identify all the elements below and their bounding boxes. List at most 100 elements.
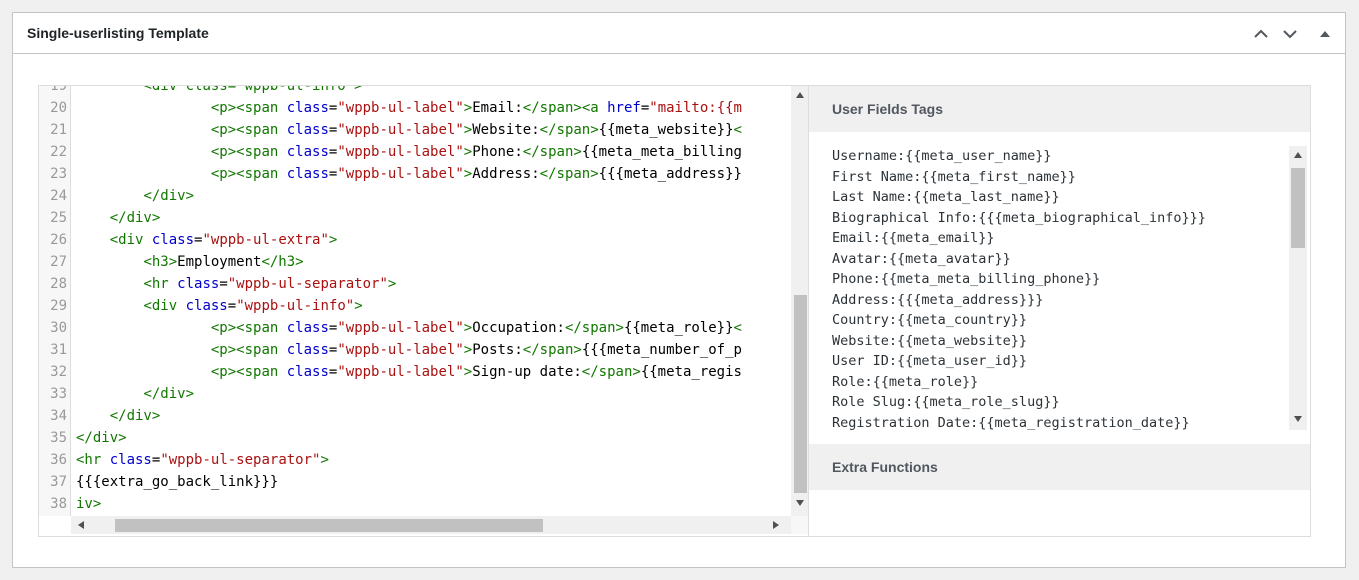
user-field-tag[interactable]: Website:{{meta_website}} (832, 331, 1027, 352)
code-line: <p><span class="wppb-ul-label">Occupatio… (76, 317, 742, 339)
editor-horizontal-scroll-thumb[interactable] (115, 519, 543, 532)
user-field-tag[interactable]: User ID:{{meta_user_id}} (832, 351, 1027, 372)
tags-vertical-scrollbar[interactable] (1289, 146, 1307, 430)
code-token: <div (109, 232, 152, 248)
line-number: 21 (50, 122, 67, 138)
line-number: 31 (50, 342, 67, 358)
code-token: > (463, 166, 473, 182)
code-token: {{{meta_address}} (598, 166, 742, 182)
line-number: 22 (50, 144, 67, 160)
user-field-tag[interactable]: Registration Date:{{meta_registration_da… (832, 413, 1190, 431)
code-line: <p><span class="wppb-ul-label">Address:<… (76, 163, 742, 185)
scroll-left-arrow-icon[interactable] (78, 521, 84, 529)
code-token: <span (236, 342, 287, 358)
extra-functions-header[interactable]: Extra Functions (809, 444, 1310, 490)
code-token: "wppb-ul-label" (337, 122, 464, 138)
code-line: <p><span class="wppb-ul-label">Posts:</s… (76, 339, 742, 361)
code-token: <span (236, 320, 287, 336)
line-number: 29 (50, 298, 67, 314)
code-token: < (733, 122, 742, 138)
code-area[interactable]: <div class="wppb-ul-info"> <p><span clas… (76, 86, 789, 516)
code-token: {{meta_role}} (623, 320, 734, 336)
line-number: 24 (50, 188, 67, 204)
user-field-tag[interactable]: Role Slug:{{meta_role_slug}} (832, 392, 1060, 413)
code-editor[interactable]: 19 20 21 22 23 24 25 26 27 28 29 30 31 32 33 34 35 36 37 3… (38, 85, 810, 537)
code-token: {{{extra_go_back_link}}} (76, 474, 279, 490)
code-token: <p> (177, 166, 237, 182)
code-token: "wppb-ul-label" (337, 100, 464, 116)
line-number-gutter: 19 20 21 22 23 24 25 26 27 28 29 30 31 32 33 34 35 36 37 3… (39, 86, 71, 516)
tags-vertical-scroll-thumb[interactable] (1291, 168, 1305, 248)
code-token: {{meta_meta_billing (581, 144, 742, 160)
user-fields-tags-header[interactable]: User Fields Tags (809, 86, 1310, 132)
editor-vertical-scrollbar[interactable] (791, 86, 809, 516)
user-field-tag[interactable]: Phone:{{meta_meta_billing_phone}} (832, 269, 1100, 290)
code-line: </div> (76, 383, 194, 405)
code-token: Occupation: (472, 320, 565, 336)
line-number-partial: 19 (50, 86, 67, 94)
line-number: 36 (50, 452, 67, 468)
code-token: "mailto:{{m (649, 100, 742, 116)
toggle-panel-button[interactable] (1312, 21, 1338, 47)
line-number: 25 (50, 210, 67, 226)
tags-scroll-up-arrow-icon[interactable] (1294, 152, 1302, 158)
user-field-tag[interactable]: First Name:{{meta_first_name}} (832, 167, 1076, 188)
code-token: "wppb-ul-extra" (202, 232, 329, 248)
userlisting-template-postbox: Single-userlisting Template 19 20 21 22 23 2… (12, 12, 1346, 568)
code-token: "wppb-ul-separator" (227, 276, 388, 292)
user-fields-tags-list[interactable]: Registration Date:{{meta_registration_da… (832, 146, 1309, 430)
postbox-title: Single-userlisting Template (27, 25, 209, 41)
code-token: <p> (177, 364, 237, 380)
code-token: class (286, 320, 329, 336)
code-token: </span> (522, 144, 582, 160)
line-number: 35 (50, 430, 67, 446)
editor-vertical-scroll-thumb[interactable] (794, 295, 807, 493)
user-field-tag[interactable]: Biographical Info:{{{meta_biographical_i… (832, 208, 1206, 229)
code-token: <p> (177, 122, 237, 138)
line-number: 32 (50, 364, 67, 380)
code-token: <hr (76, 452, 110, 468)
user-field-tag[interactable]: Username:{{meta_user_name}} (832, 146, 1051, 167)
user-field-tag[interactable]: Role:{{meta_role}} (832, 372, 978, 393)
code-token: <span (236, 122, 287, 138)
move-up-button[interactable] (1248, 21, 1274, 47)
code-token: "wppb-ul-label" (337, 144, 464, 160)
code-token: <p> (177, 342, 237, 358)
move-down-button[interactable] (1277, 21, 1303, 47)
code-token: > (328, 232, 338, 248)
user-field-tag[interactable]: Address:{{{meta_address}}} (832, 290, 1043, 311)
line-number: 20 (50, 100, 67, 116)
code-token: </span> (522, 342, 582, 358)
code-token: class (286, 122, 329, 138)
code-token: > (463, 144, 473, 160)
code-token: Email: (472, 100, 523, 116)
code-token: Address: (472, 166, 540, 182)
code-token: </span> (539, 166, 599, 182)
code-token: > (463, 320, 473, 336)
code-token: "wppb-ul-separator" (160, 452, 321, 468)
code-token: {{{meta_number_of_p (581, 342, 742, 358)
code-token: > (463, 364, 473, 380)
user-field-tag[interactable]: Email:{{meta_email}} (832, 228, 995, 249)
tags-scroll-down-arrow-icon[interactable] (1294, 416, 1302, 422)
line-number: 27 (50, 254, 67, 270)
line-number: 23 (50, 166, 67, 182)
scroll-right-arrow-icon[interactable] (773, 521, 779, 529)
code-token: = (640, 100, 650, 116)
user-field-tag[interactable]: Avatar:{{meta_avatar}} (832, 249, 1011, 270)
scroll-down-arrow-icon[interactable] (796, 500, 804, 506)
line-number: 33 (50, 386, 67, 402)
user-field-tag[interactable]: Last Name:{{meta_last_name}} (832, 187, 1060, 208)
code-token: class (286, 342, 329, 358)
code-token: > (320, 452, 329, 468)
code-token: </span> (581, 364, 641, 380)
chevron-up-icon (1254, 29, 1268, 38)
partial-line-text: <div class="wppb-ul-info"> (143, 86, 363, 94)
editor-horizontal-scrollbar[interactable] (71, 516, 791, 534)
code-token: class (177, 276, 220, 292)
code-token: </span> (522, 100, 582, 116)
user-field-tag[interactable]: Country:{{meta_country}} (832, 310, 1027, 331)
code-token: > (463, 342, 473, 358)
scroll-up-arrow-icon[interactable] (796, 92, 804, 98)
code-line: <h3>Employment</h3> (76, 251, 303, 273)
